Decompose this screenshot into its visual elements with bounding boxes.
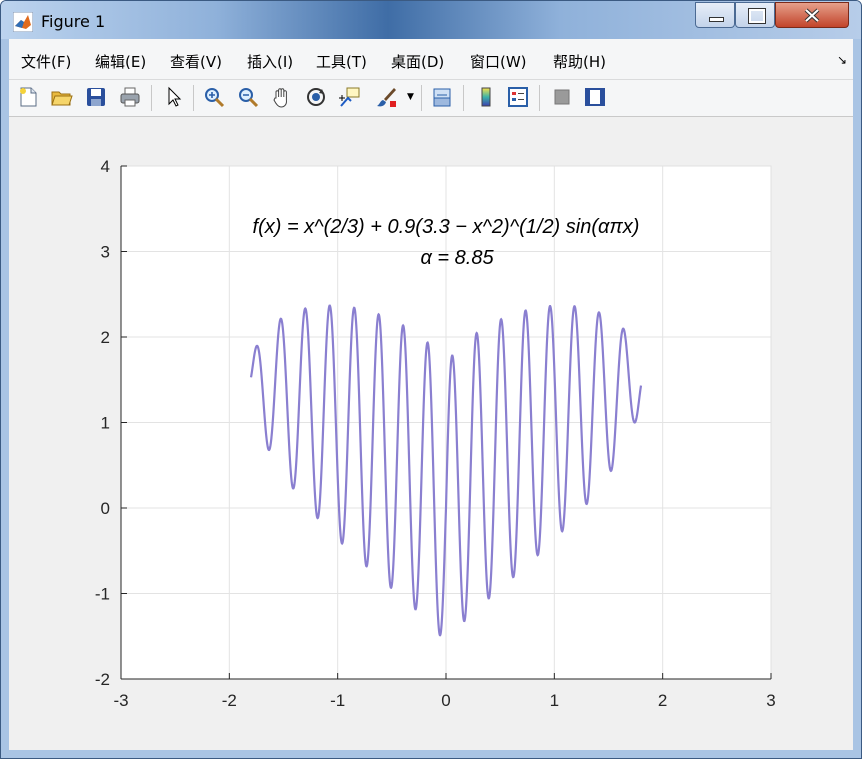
menu-dock-arrow-icon[interactable]: ↘ bbox=[837, 53, 847, 67]
y-tick-label: 0 bbox=[101, 499, 110, 518]
toolbar-separator bbox=[421, 85, 422, 111]
x-tick-label: 0 bbox=[441, 691, 450, 710]
toolbar-separator bbox=[463, 85, 464, 111]
hide-plot-tools-icon[interactable] bbox=[549, 84, 575, 110]
x-tick-label: -3 bbox=[113, 691, 128, 710]
y-tick-label: -2 bbox=[95, 670, 110, 689]
rotate-3d-icon[interactable] bbox=[303, 84, 329, 110]
legend-icon[interactable] bbox=[505, 84, 531, 110]
x-tick-label: 1 bbox=[550, 691, 559, 710]
close-button[interactable] bbox=[775, 2, 849, 28]
toolbar-separator bbox=[539, 85, 540, 111]
menu-edit[interactable]: 编辑(E) bbox=[95, 51, 146, 72]
toolbar-separator bbox=[193, 85, 194, 111]
menu-window[interactable]: 窗口(W) bbox=[470, 51, 527, 72]
menu-help[interactable]: 帮助(H) bbox=[553, 51, 606, 72]
show-plot-tools-icon[interactable] bbox=[582, 84, 608, 110]
maximize-button[interactable] bbox=[735, 2, 775, 28]
zoom-out-icon[interactable] bbox=[235, 84, 261, 110]
zoom-in-icon[interactable] bbox=[201, 84, 227, 110]
y-tick-label: 4 bbox=[101, 157, 110, 176]
menu-insert[interactable]: 插入(I) bbox=[247, 51, 293, 72]
link-plot-icon[interactable] bbox=[429, 84, 455, 110]
figure-client-area: 文件(F) 编辑(E) 查看(V) 插入(I) 工具(T) 桌面(D) 窗口(W… bbox=[9, 39, 853, 750]
menu-view[interactable]: 查看(V) bbox=[170, 51, 222, 72]
y-tick-label: -1 bbox=[95, 585, 110, 604]
brush-icon[interactable] bbox=[373, 84, 399, 110]
plot-title-line1: f(x) = x^(2/3) + 0.9(3.3 − x^2)^(1/2) si… bbox=[253, 216, 640, 238]
menu-bar: 文件(F) 编辑(E) 查看(V) 插入(I) 工具(T) 桌面(D) 窗口(W… bbox=[9, 39, 853, 80]
print-icon[interactable] bbox=[117, 84, 143, 110]
minimize-button[interactable] bbox=[695, 2, 735, 28]
pan-icon[interactable] bbox=[269, 84, 295, 110]
minimize-icon bbox=[709, 17, 724, 22]
y-tick-label: 2 bbox=[101, 328, 110, 347]
brush-dropdown-icon[interactable]: ▼ bbox=[407, 92, 414, 102]
x-tick-label: -1 bbox=[330, 691, 345, 710]
data-cursor-icon[interactable] bbox=[337, 84, 363, 110]
figure-window: Figure 1 文件(F) 编辑(E) 查看(V) 插入(I) 工具(T) 桌… bbox=[0, 0, 862, 759]
x-tick-label: 2 bbox=[658, 691, 667, 710]
menu-tools[interactable]: 工具(T) bbox=[316, 51, 367, 72]
maximize-icon bbox=[748, 8, 766, 24]
colorbar-icon[interactable] bbox=[473, 84, 499, 110]
figure-canvas: -3 -2 -1 0 1 2 3 -2 -1 0 1 2 3 4 f(x) = x^(2/3) + 0.9… bbox=[9, 117, 853, 750]
menu-file[interactable]: 文件(F) bbox=[21, 51, 71, 72]
y-tick-label: 3 bbox=[101, 243, 110, 262]
open-file-icon[interactable] bbox=[49, 84, 75, 110]
title-bar: Figure 1 bbox=[1, 1, 861, 39]
figure-toolbar: ▼ bbox=[9, 80, 853, 117]
toolbar-separator bbox=[151, 85, 152, 111]
save-icon[interactable] bbox=[83, 84, 109, 110]
pointer-icon[interactable] bbox=[161, 84, 187, 110]
x-tick-label: -2 bbox=[222, 691, 237, 710]
matlab-logo-icon bbox=[13, 12, 33, 32]
menu-desktop[interactable]: 桌面(D) bbox=[391, 51, 444, 72]
window-title: Figure 1 bbox=[41, 12, 106, 31]
new-figure-icon[interactable] bbox=[15, 84, 41, 110]
y-tick-label: 1 bbox=[101, 414, 110, 433]
plot-axes[interactable]: -3 -2 -1 0 1 2 3-2-101234 f(x) = x^(2/3) + 0.9… bbox=[9, 117, 853, 750]
x-tick-label: 3 bbox=[766, 691, 775, 710]
close-icon bbox=[804, 8, 820, 23]
plot-title-line2: α = 8.85 bbox=[420, 247, 494, 269]
